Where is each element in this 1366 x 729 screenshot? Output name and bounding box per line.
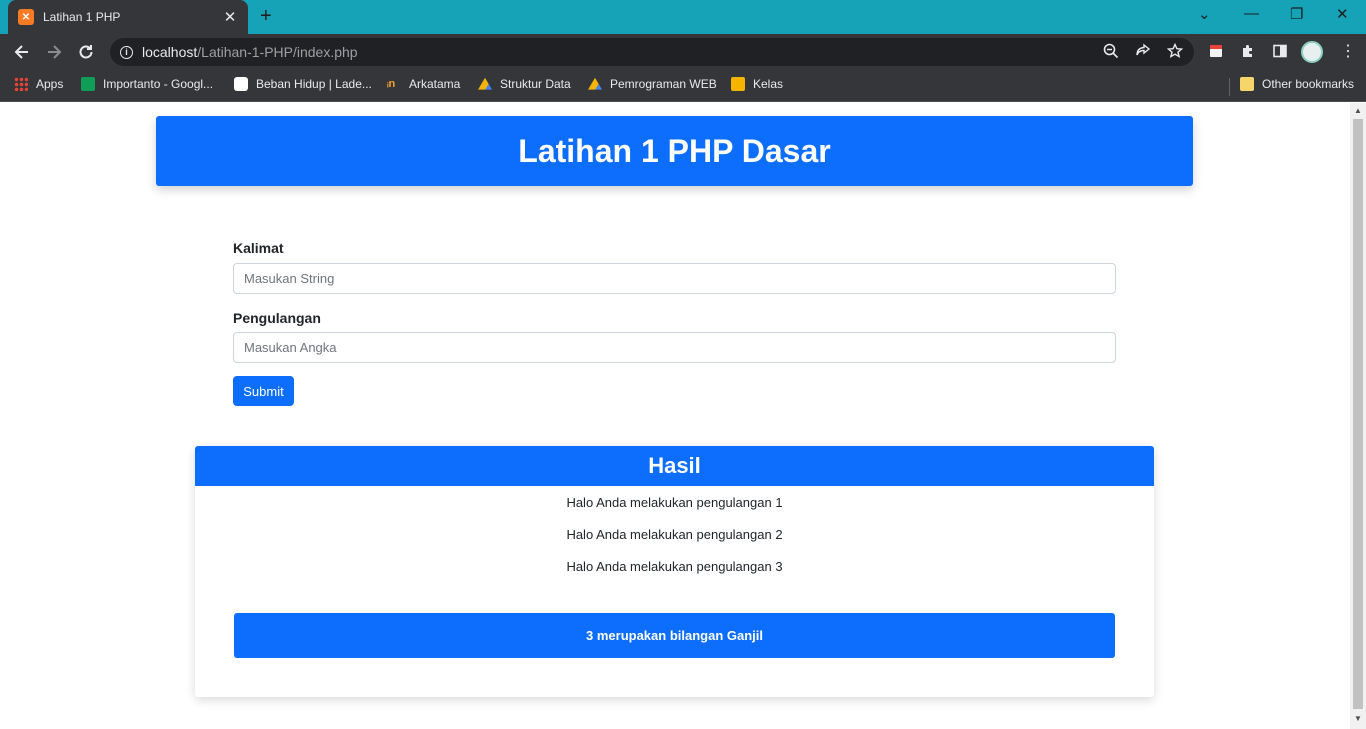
result-line: Halo Anda melakukan pengulangan 3 [566,559,783,574]
folder-icon [1240,77,1254,91]
bookmark-importanto[interactable]: Importanto - Googl... [81,77,213,91]
other-bookmarks-label: Other bookmarks [1262,77,1355,91]
bookmarks-divider [1229,78,1230,96]
bookmark-star-icon[interactable] [1166,42,1184,63]
url-host: localhost [142,44,198,60]
restore-icon[interactable]: ❐ [1290,5,1303,23]
apps-grid-icon [14,77,28,91]
tab-strip: ✕ Latihan 1 PHP ✕ + ⌄ — ❐ ✕ [0,0,1366,34]
kalimat-input[interactable] [233,263,1116,294]
drive-icon [588,77,602,90]
kalimat-label: Kalimat [233,240,284,256]
bookmark-kelas[interactable]: Kelas [731,77,783,91]
scroll-up-icon[interactable]: ▲ [1354,106,1362,115]
sheets-icon [81,77,95,91]
zoom-icon[interactable] [1103,43,1119,63]
page-scrollbar[interactable]: ▲ ▼ [1350,103,1366,729]
bookmark-beban-hidup[interactable]: Beban Hidup | Lade... [234,77,372,91]
result-line: Halo Anda melakukan pengulangan 2 [566,527,783,542]
extensions-puzzle-icon[interactable] [1240,43,1256,63]
tab-search-chevron-icon[interactable]: ⌄ [1198,5,1211,23]
bookmark-label: Pemrograman WEB [610,77,717,91]
site-info-icon[interactable]: i [120,45,133,59]
profile-avatar[interactable] [1301,41,1323,63]
scroll-thumb[interactable] [1353,119,1363,709]
close-window-icon[interactable]: ✕ [1336,5,1349,23]
result-card: Hasil Halo Anda melakukan pengulangan 1 … [195,446,1154,697]
bookmarks-bar: Apps Importanto - Googl... Beban Hidup |… [0,70,1366,102]
result-line: Halo Anda melakukan pengulangan 1 [566,495,783,510]
arkatama-icon: ᵢn [387,78,396,90]
share-icon[interactable] [1135,43,1151,63]
bookmark-label: Beban Hidup | Lade... [256,77,372,91]
chrome-menu-icon[interactable]: ⋮ [1340,41,1356,61]
bookmark-label: Kelas [753,77,784,91]
reload-icon[interactable] [75,41,97,63]
bookmark-struktur-data[interactable]: Struktur Data [478,77,571,91]
drive-icon [478,77,492,90]
url-path: /Latihan-1-PHP/index.php [197,44,358,60]
minimize-icon[interactable]: — [1244,5,1259,22]
clickup-icon [234,77,248,91]
browser-tab[interactable]: ✕ Latihan 1 PHP ✕ [8,0,248,34]
result-alert: 3 merupakan bilangan Ganjil [234,613,1115,658]
pengulangan-input[interactable] [233,332,1116,363]
bookmark-label: Arkatama [409,77,461,91]
address-bar[interactable]: i localhost/Latihan-1-PHP/index.php [110,38,1194,66]
side-panel-icon[interactable] [1272,43,1288,63]
page-content: Latihan 1 PHP Dasar Kalimat Pengulangan … [0,103,1350,729]
bookmark-arkatama[interactable]: ᵢn Arkatama [387,77,460,91]
scroll-down-icon[interactable]: ▼ [1354,714,1362,723]
result-title: Hasil [195,446,1154,486]
tab-title: Latihan 1 PHP [43,10,121,24]
forward-icon[interactable] [43,41,65,63]
bookmark-label: Struktur Data [500,77,571,91]
bookmark-label: Apps [36,77,64,91]
submit-button[interactable]: Submit [233,376,294,406]
bookmark-pemrograman-web[interactable]: Pemrograman WEB [588,77,717,91]
pengulangan-label: Pengulangan [233,310,321,326]
page-header: Latihan 1 PHP Dasar [156,116,1193,186]
tab-close-icon[interactable]: ✕ [222,8,238,26]
back-icon[interactable] [11,41,33,63]
classroom-icon [731,77,745,91]
extension-note-icon[interactable] [1208,43,1224,63]
bookmark-label: Importanto - Googl... [103,77,214,91]
other-bookmarks[interactable]: Other bookmarks [1240,77,1354,91]
xampp-favicon-icon: ✕ [18,9,34,25]
new-tab-icon[interactable]: + [260,6,272,26]
browser-toolbar: i localhost/Latihan-1-PHP/index.php ⋮ [0,34,1366,70]
bookmark-apps[interactable]: Apps [14,77,63,91]
